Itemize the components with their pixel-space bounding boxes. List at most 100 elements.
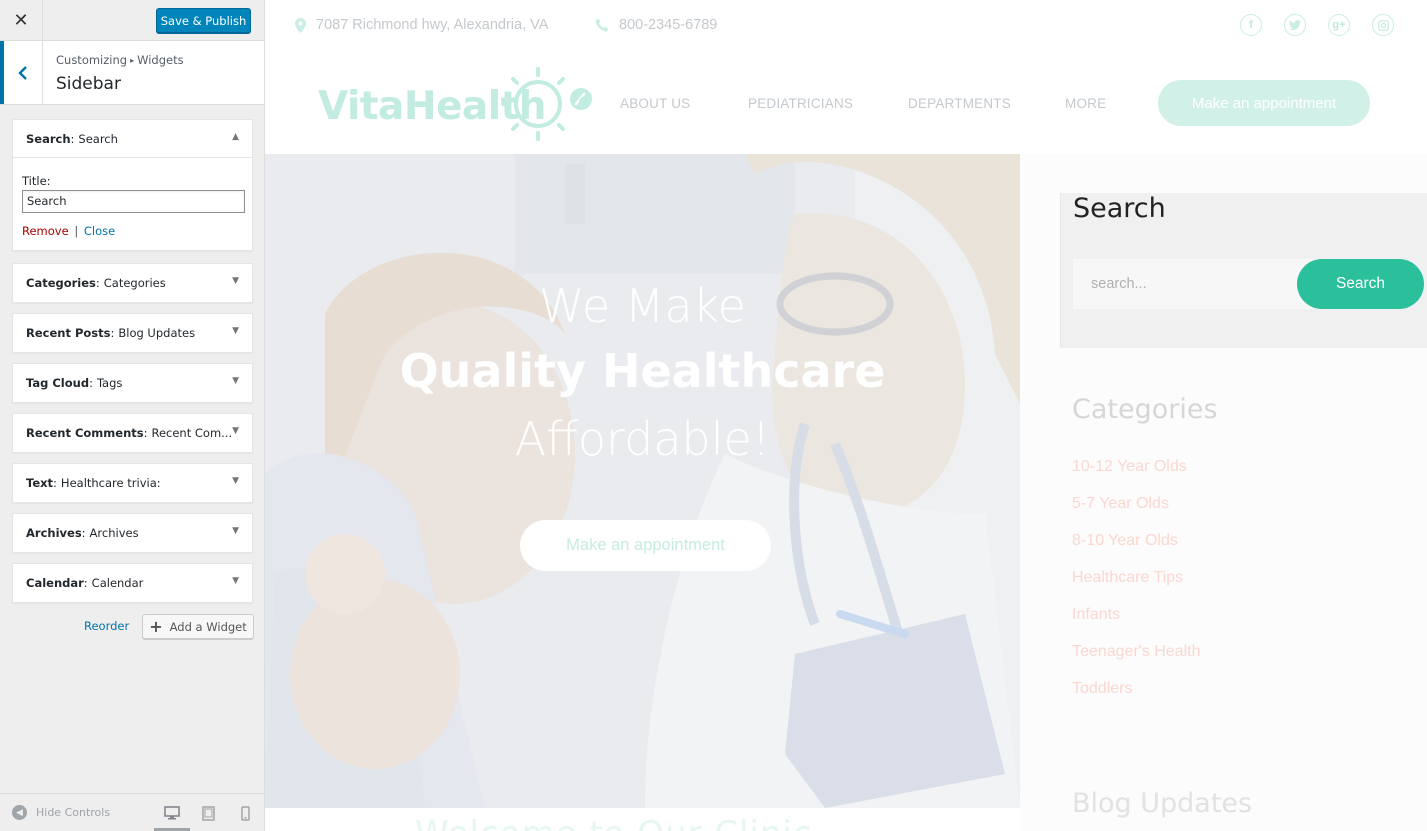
sun-logo-icon: [501, 67, 592, 141]
nav-departments[interactable]: DEPARTMENTS: [908, 96, 1011, 111]
widget-search: Search: Search ▲ Title: Search Remove | C…: [12, 119, 253, 251]
breadcrumb-current: Widgets: [137, 53, 184, 67]
add-widget-label: Add a Widget: [169, 619, 247, 634]
expand-arrow-icon[interactable]: ▼: [232, 326, 239, 336]
widget-header[interactable]: Categories: Categories ▼: [13, 264, 252, 302]
hero-banner: We Make Quality Healthcare Affordable! M…: [265, 154, 1020, 808]
make-appointment-button[interactable]: Make an appointment: [1158, 80, 1370, 126]
title-input[interactable]: Search: [22, 190, 245, 213]
hide-controls-button[interactable]: ◀ Hide Controls: [12, 805, 110, 820]
category-link[interactable]: 10-12 Year Olds: [1072, 458, 1187, 476]
widget-categories[interactable]: Categories: Categories ▼: [12, 263, 253, 303]
widget-title: Healthcare trivia:: [60, 476, 161, 490]
hero-heading-line3: Affordable!: [514, 412, 771, 466]
expand-arrow-icon[interactable]: ▼: [232, 476, 239, 486]
collapse-arrow-icon[interactable]: ▲: [232, 132, 239, 142]
section-heading-partial: Welcome to Our Clinic: [415, 814, 813, 831]
site-preview: 7087 Richmond hwy, Alexandria, VA 800-23…: [265, 0, 1427, 831]
widget-type: Calendar: [26, 576, 84, 590]
widget-archives[interactable]: Archives: Archives ▼: [12, 513, 253, 553]
tablet-preview-icon[interactable]: [198, 804, 218, 822]
remove-link[interactable]: Remove: [22, 224, 69, 238]
site-sidebar: Search search... Search Categories 10-12…: [1020, 154, 1427, 831]
categories-title: Categories: [1072, 394, 1218, 425]
widget-title: Calendar: [91, 576, 144, 590]
hero-heading-line1: We Make: [539, 279, 746, 333]
map-pin-icon: [295, 17, 306, 33]
search-widget-title: Search: [1073, 193, 1166, 224]
save-publish-button[interactable]: Save & Publish: [156, 8, 251, 33]
twitter-icon[interactable]: [1284, 14, 1306, 36]
back-button[interactable]: [0, 41, 43, 104]
site-logo[interactable]: VitaHealth: [315, 64, 595, 144]
instagram-icon[interactable]: [1372, 14, 1394, 36]
expand-arrow-icon[interactable]: ▼: [232, 276, 239, 286]
google-plus-icon[interactable]: g+: [1328, 14, 1350, 36]
nav-more[interactable]: MORE: [1065, 96, 1106, 111]
add-widget-button[interactable]: + Add a Widget: [142, 614, 254, 639]
widget-title: Tags: [96, 376, 123, 390]
widget-header[interactable]: Text: Healthcare trivia: ▼: [13, 464, 252, 502]
widget-type: Recent Posts: [26, 326, 111, 340]
address-text: 7087 Richmond hwy, Alexandria, VA: [316, 17, 549, 33]
widget-body: Title: Search Remove | Close: [13, 158, 252, 250]
reorder-link[interactable]: Reorder: [84, 619, 129, 633]
widget-header[interactable]: Recent Comments: Recent Com... ▼: [13, 414, 252, 452]
widget-header[interactable]: Calendar: Calendar ▼: [13, 564, 252, 602]
widget-header[interactable]: Recent Posts: Blog Updates ▼: [13, 314, 252, 352]
mobile-preview-icon[interactable]: [235, 804, 255, 822]
category-link[interactable]: Toddlers: [1072, 680, 1132, 698]
breadcrumb-separator-icon: ▸: [130, 56, 135, 65]
close-icon: ✕: [13, 10, 29, 31]
widget-header[interactable]: Search: Search ▲: [13, 120, 252, 158]
section-title: Sidebar: [56, 74, 121, 94]
hide-controls-label: Hide Controls: [36, 806, 111, 819]
widget-tag-cloud[interactable]: Tag Cloud: Tags ▼: [12, 363, 253, 403]
widget-type: Categories: [26, 276, 96, 290]
widget-type: Tag Cloud: [26, 376, 90, 390]
category-link[interactable]: 5-7 Year Olds: [1072, 495, 1169, 513]
widget-title: Archives: [89, 526, 139, 540]
expand-arrow-icon[interactable]: ▼: [232, 576, 239, 586]
facebook-icon[interactable]: f: [1240, 14, 1262, 36]
phone-text: 800-2345-6789: [619, 17, 718, 33]
widget-recent-comments[interactable]: Recent Comments: Recent Com... ▼: [12, 413, 253, 453]
chevron-left-icon: [18, 65, 27, 80]
widget-text[interactable]: Text: Healthcare trivia: ▼: [12, 463, 253, 503]
expand-arrow-icon[interactable]: ▼: [232, 376, 239, 386]
widget-title: Blog Updates: [118, 326, 196, 340]
widget-type: Text: [26, 476, 54, 490]
customizer-header: ✕ Save & Publish: [0, 0, 264, 41]
customizer-footer: ◀ Hide Controls: [0, 793, 264, 831]
nav-pediatricians[interactable]: PEDIATRICIANS: [748, 96, 853, 111]
category-link[interactable]: Teenager's Health: [1072, 643, 1200, 661]
category-link[interactable]: Healthcare Tips: [1072, 569, 1183, 587]
breadcrumb-root: Customizing: [56, 53, 128, 67]
plus-icon: +: [149, 617, 163, 636]
close-link[interactable]: Close: [84, 224, 115, 238]
blog-updates-title: Blog Updates: [1072, 788, 1253, 819]
widget-calendar[interactable]: Calendar: Calendar ▼: [12, 563, 253, 603]
search-button[interactable]: Search: [1297, 259, 1424, 309]
widget-recent-posts[interactable]: Recent Posts: Blog Updates ▼: [12, 313, 253, 353]
address-info: 7087 Richmond hwy, Alexandria, VA: [295, 17, 548, 33]
expand-arrow-icon[interactable]: ▼: [232, 526, 239, 536]
close-customizer-button[interactable]: ✕: [0, 0, 43, 41]
search-input[interactable]: search...: [1073, 259, 1323, 309]
nav-about-us[interactable]: ABOUT US: [620, 96, 690, 111]
widget-title: Recent Com...: [151, 426, 233, 440]
hero-appointment-button[interactable]: Make an appointment: [520, 520, 771, 571]
widget-type: Search: [26, 131, 71, 146]
widget-title: Search: [78, 131, 118, 146]
hero-image: [265, 154, 1020, 808]
site-navbar: VitaHealth ABOUT US PEDIATRICIANS DEPART…: [265, 52, 1427, 154]
category-link[interactable]: Infants: [1072, 606, 1120, 624]
desktop-preview-icon[interactable]: [162, 804, 182, 822]
title-label: Title:: [22, 174, 51, 188]
expand-arrow-icon[interactable]: ▼: [232, 426, 239, 436]
widget-header[interactable]: Tag Cloud: Tags ▼: [13, 364, 252, 402]
hero-heading-line2: Quality Healthcare: [399, 344, 886, 398]
category-link[interactable]: 8-10 Year Olds: [1072, 532, 1178, 550]
widget-header[interactable]: Archives: Archives ▼: [13, 514, 252, 552]
collapse-icon: ◀: [12, 805, 27, 820]
